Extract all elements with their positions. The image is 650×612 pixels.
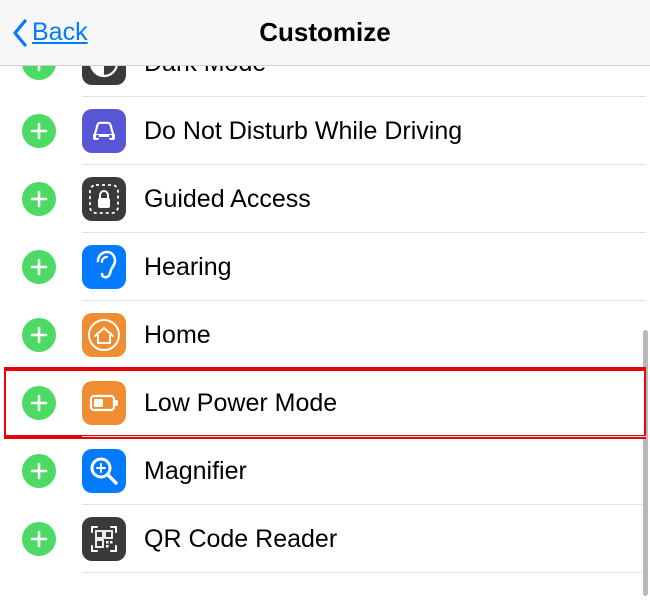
dark-mode-icon bbox=[82, 66, 126, 85]
list-item[interactable]: QR Code Reader bbox=[4, 505, 646, 573]
plus-icon bbox=[30, 190, 48, 208]
plus-icon bbox=[30, 122, 48, 140]
chevron-left-icon bbox=[12, 19, 28, 47]
list-item-label: QR Code Reader bbox=[144, 525, 337, 554]
add-button[interactable] bbox=[22, 114, 56, 148]
add-button[interactable] bbox=[22, 318, 56, 352]
list-item[interactable]: Guided Access bbox=[4, 165, 646, 233]
battery-icon bbox=[82, 381, 126, 425]
add-button[interactable] bbox=[22, 250, 56, 284]
plus-icon bbox=[30, 394, 48, 412]
back-button[interactable]: Back bbox=[0, 18, 88, 47]
list-item[interactable]: Home bbox=[4, 301, 646, 369]
home-icon bbox=[82, 313, 126, 357]
ear-icon bbox=[82, 245, 126, 289]
back-label: Back bbox=[32, 18, 88, 47]
list-item[interactable]: Dark Mode bbox=[4, 66, 646, 97]
list-item-label: Home bbox=[144, 321, 211, 350]
list-item-label: Magnifier bbox=[144, 457, 247, 486]
list-item[interactable]: Do Not Disturb While Driving bbox=[4, 97, 646, 165]
list-item-label: Low Power Mode bbox=[144, 389, 337, 418]
plus-icon bbox=[30, 66, 48, 72]
plus-icon bbox=[30, 530, 48, 548]
plus-icon bbox=[30, 462, 48, 480]
list-item[interactable]: Hearing bbox=[4, 233, 646, 301]
add-button[interactable] bbox=[22, 386, 56, 420]
list-item-label: Hearing bbox=[144, 253, 232, 282]
add-button[interactable] bbox=[22, 182, 56, 216]
qr-icon bbox=[82, 517, 126, 561]
magnifier-icon bbox=[82, 449, 126, 493]
car-icon bbox=[82, 109, 126, 153]
list-item-label: Do Not Disturb While Driving bbox=[144, 117, 462, 146]
page-title: Customize bbox=[0, 17, 650, 48]
controls-list: Dark Mode Do Not Disturb While Driving G… bbox=[4, 66, 646, 612]
add-button[interactable] bbox=[22, 522, 56, 556]
list-item[interactable]: Magnifier bbox=[4, 437, 646, 505]
list-item-label: Dark Mode bbox=[144, 66, 266, 78]
list-item[interactable]: Low Power Mode bbox=[4, 369, 646, 437]
add-button[interactable] bbox=[22, 66, 56, 80]
plus-icon bbox=[30, 326, 48, 344]
list-item-label: Guided Access bbox=[144, 185, 311, 214]
plus-icon bbox=[30, 258, 48, 276]
add-button[interactable] bbox=[22, 454, 56, 488]
lock-icon bbox=[82, 177, 126, 221]
nav-header: Back Customize bbox=[0, 0, 650, 66]
